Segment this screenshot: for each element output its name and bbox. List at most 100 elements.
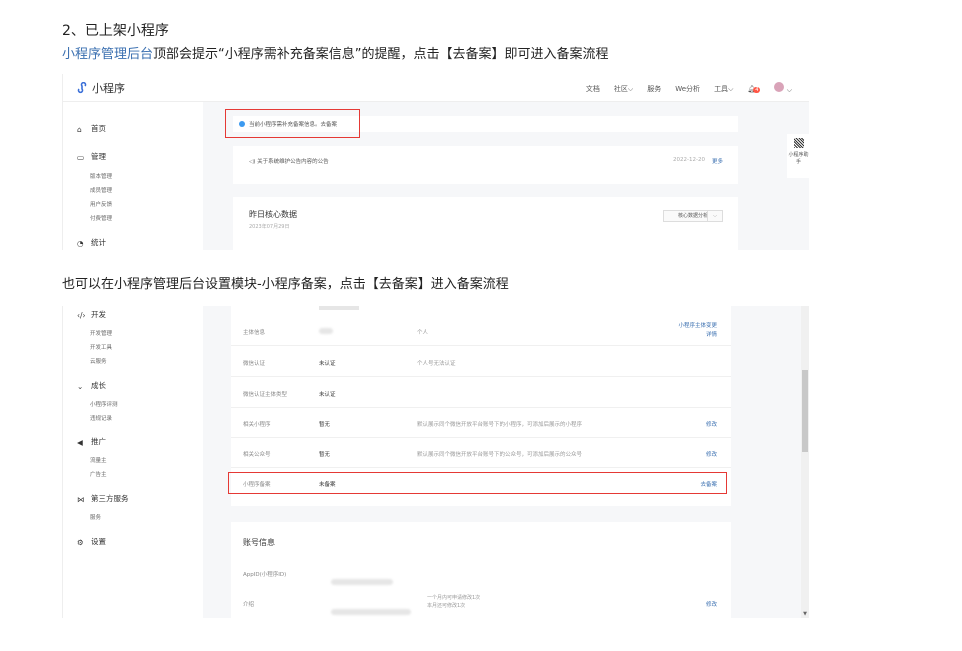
gear-icon: ⚙ [77,537,84,547]
intro-note: 一个月内可申请修改1次 本月还可修改1次 [427,595,481,609]
sidebar-item-grow[interactable]: ⌄ 成长 [77,380,106,391]
nav-tools[interactable]: 工具⌵ [714,84,733,94]
table-row: 主体信息 个人 小程序主体变更 详情 [231,316,731,346]
row-label: 微信认证主体类型 [243,392,288,398]
nav-service[interactable]: 服务 [647,84,661,94]
announcement-text[interactable]: ◁) 关于系统维护公告内容的公告 [249,157,329,165]
chevron-down-icon: ⌵ [728,84,734,93]
sidebar-sub-traffic[interactable]: 流量主 [90,456,107,464]
avatar [774,82,785,92]
announcement-more-link[interactable]: 更多 [712,157,723,165]
announcement-label: 关于系统维护公告内容的公告 [257,159,329,165]
row-label: 相关小程序 [243,422,271,428]
notify-badge: 4 [753,86,761,93]
table-row: 相关小程序 暂无 默认展示同个微信开放平台账号下的小程序，可添加后展示的小程序 … [231,408,731,438]
sidebar-sub-review[interactable]: 小程序评测 [90,400,118,408]
user-menu[interactable]: ⌵ [774,82,792,95]
sidebar-item-label: 推广 [91,437,106,446]
sidebar-item-label: 成长 [91,381,106,390]
sidebar-item-label: 管理 [91,152,106,161]
intro-edit-link[interactable]: 修改 [706,600,717,608]
row-value: 未认证 [319,361,336,367]
row-label: 相关公众号 [243,452,271,458]
sidebar-item-third-party[interactable]: ⋈ 第三方服务 [77,493,129,504]
chart-pie-icon: ◔ [77,238,84,248]
row-extra: 个人号无法认证 [417,361,456,367]
code-icon: ‹/› [77,310,86,320]
screenshot-admin-home: 小程序 文档 社区⌵ 服务 We分析 工具⌵ 🔔︎4 ⌵ ⌂ 首页 ▭ 管理 版本管… [62,74,809,250]
highlight-box [225,109,360,138]
row-extra: 默认展示同个微信开放平台账号下的公众号，可添加后展示的公众号 [417,452,583,458]
monitor-icon: ▭ [77,152,85,162]
sidebar-item-home[interactable]: ⌂ 首页 [77,123,106,134]
instruction-line-2: 也可以在小程序管理后台设置模块-小程序备案，点击【去备案】进入备案流程 [62,277,509,292]
blurred-value [319,306,359,310]
intro-label: 介绍 [243,602,255,608]
sidebar-sub-cloud[interactable]: 云服务 [90,357,107,365]
bell-icon[interactable]: 🔔︎4 [747,85,761,93]
account-info-title: 账号信息 [243,538,275,547]
assistant-widget[interactable]: 小程序助手 [787,134,809,178]
megaphone-icon: ◀ [77,437,83,447]
assistant-label: 小程序助手 [788,152,809,165]
row-value-blurred [319,328,333,336]
home-icon: ⌂ [77,124,82,134]
sidebar-sub-members[interactable]: 成员管理 [90,186,112,194]
sidebar-item-label: 开发 [91,310,106,319]
row-action[interactable]: 小程序主体变更 详情 [678,322,717,340]
table-row: 微信认证 未认证 个人号无法认证 [231,347,731,377]
scrollbar-thumb[interactable] [802,370,808,452]
miniprogram-logo-icon [77,82,87,94]
row-value: 暂无 [319,422,331,428]
brand-logo[interactable]: 小程序 [76,80,125,96]
speaker-icon: ◁) [249,159,258,165]
sidebar-sub-advertiser[interactable]: 广告主 [90,470,107,478]
qr-code-icon [793,138,804,148]
sidebar-sub-payment[interactable]: 付费管理 [90,214,112,222]
nav-community-label: 社区 [613,84,628,93]
section-heading: 2、已上架小程序 [62,23,169,39]
screenshot-settings: ‹/› 开发 开发管理 开发工具 云服务 ⌄ 成长 小程序评测 违规记录 ◀ 推广 流… [62,306,809,618]
sidebar: ‹/› 开发 开发管理 开发工具 云服务 ⌄ 成长 小程序评测 违规记录 ◀ 推广 流… [63,306,203,618]
sidebar-sub-violations[interactable]: 违规记录 [90,414,112,422]
sidebar-sub-feedback[interactable]: 用户反馈 [90,200,112,208]
cross-icon: ⋈ [77,494,85,504]
sidebar-item-stats[interactable]: ◔ 统计 [77,237,106,248]
sidebar-sub-versions[interactable]: 版本管理 [90,172,112,180]
instruction-line-1: 小程序管理后台顶部会提示“小程序需补充备案信息”的提醒，点击【去备案】即可进入备… [62,43,609,62]
appid-label: AppID(小程序ID) [243,572,287,578]
sidebar-item-label: 首页 [91,124,106,133]
core-data-date: 2023年07月29日 [249,224,290,230]
chevron-down-icon: ⌵ [627,84,634,93]
sidebar-item-settings[interactable]: ⚙ 设置 [77,536,106,547]
row-value: 暂无 [319,452,331,458]
nav-analytics[interactable]: We分析 [675,84,700,94]
row-action[interactable]: 修改 [706,420,717,428]
chevron-down-icon[interactable]: ⌵ [707,210,723,222]
sidebar-item-promo[interactable]: ◀ 推广 [77,436,106,447]
nav-tools-label: 工具 [714,84,729,93]
sidebar-sub-dev-tools[interactable]: 开发工具 [90,343,112,351]
admin-link[interactable]: 小程序管理后台 [62,47,153,62]
row-extra: 默认展示同个微信开放平台账号下的小程序，可添加后展示的小程序 [417,422,583,428]
scrollbar[interactable]: ▼ [801,306,809,618]
announcement-date: 2022-12-20 [673,157,705,163]
row-value: 未认证 [319,392,336,398]
sidebar-item-label: 统计 [91,238,106,247]
table-row: 微信认证主体类型 未认证 [231,378,731,408]
row-action[interactable]: 修改 [706,450,717,458]
scroll-down-arrow-icon[interactable]: ▼ [801,611,809,617]
sidebar-item-dev[interactable]: ‹/› 开发 [77,309,106,320]
row-label: 微信认证 [243,361,266,367]
sidebar-sub-dev-manage[interactable]: 开发管理 [90,329,112,337]
nav-docs[interactable]: 文档 [586,84,600,94]
brand-name: 小程序 [92,82,125,95]
instruction-text-1: 顶部会提示“小程序需补充备案信息”的提醒，点击【去备案】即可进入备案流程 [153,47,609,62]
core-data-card: 昨日核心数据 2023年07月29日 核心数据分析 ⌵ [233,197,738,250]
sidebar-item-label: 设置 [91,537,106,546]
sidebar-item-manage[interactable]: ▭ 管理 [77,151,106,162]
nav-community[interactable]: 社区⌵ [614,84,633,94]
sidebar-sub-service[interactable]: 服务 [90,513,101,521]
top-nav: 文档 社区⌵ 服务 We分析 工具⌵ 🔔︎4 ⌵ [586,82,792,95]
row-label: 主体信息 [243,330,266,336]
